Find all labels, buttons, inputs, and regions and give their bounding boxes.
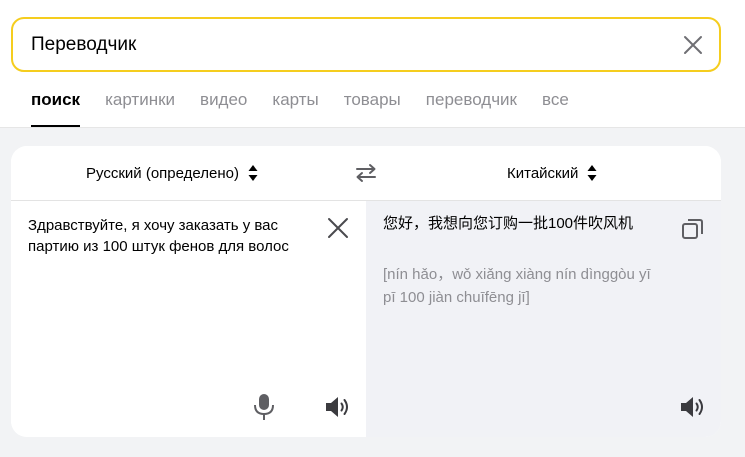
search-box [11, 17, 721, 72]
copy-icon[interactable] [681, 217, 705, 241]
header: поиск картинки видео карты товары перево… [0, 0, 745, 128]
target-language-label: Китайский [507, 164, 579, 182]
source-text-input[interactable]: Здравствуйте, я хочу заказать у вас парт… [28, 215, 310, 257]
close-icon[interactable] [327, 217, 349, 239]
updown-arrows-icon [587, 165, 597, 181]
tab-video[interactable]: видео [200, 88, 247, 127]
target-pane: 您好，我想向您订购一批100件吹风机 [nín hǎo，wǒ xiǎng xià… [366, 201, 721, 437]
source-language-select[interactable]: Русский (определено) [86, 146, 258, 200]
speaker-icon[interactable] [679, 395, 707, 419]
close-icon[interactable] [681, 33, 705, 57]
search-tabs: поиск картинки видео карты товары перево… [31, 88, 594, 127]
translation-text: 您好，我想向您订购一批100件吹风机 [383, 215, 634, 232]
microphone-icon[interactable] [252, 393, 276, 421]
source-pane: Здравствуйте, я хочу заказать у вас парт… [11, 201, 366, 437]
tab-images[interactable]: картинки [105, 88, 175, 127]
tab-translator[interactable]: переводчик [426, 88, 517, 127]
translator-widget: Русский (определено) Китайский Здравству… [11, 146, 721, 437]
tab-search[interactable]: поиск [31, 88, 81, 127]
updown-arrows-icon [248, 165, 258, 181]
tab-all[interactable]: все [542, 88, 569, 127]
search-input[interactable] [31, 19, 651, 70]
language-bar: Русский (определено) Китайский [11, 146, 721, 201]
swap-arrows-icon[interactable] [354, 162, 378, 184]
target-language-select[interactable]: Китайский [507, 146, 597, 200]
transliteration-text: [nín hǎo，wǒ xiǎng xiàng nín dìnggòu yī p… [383, 266, 651, 306]
tab-products[interactable]: товары [344, 88, 401, 127]
tab-maps[interactable]: карты [272, 88, 318, 127]
source-language-label: Русский (определено) [86, 164, 239, 182]
speaker-icon[interactable] [324, 395, 352, 419]
